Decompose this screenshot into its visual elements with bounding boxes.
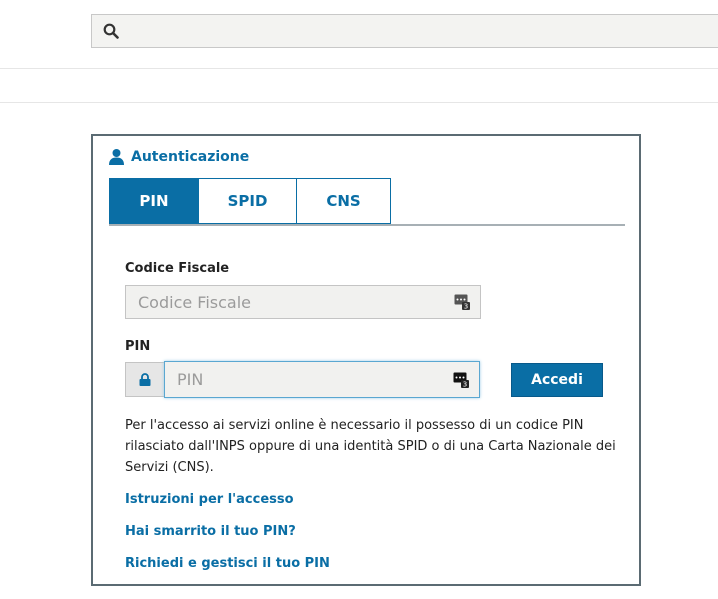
search-input[interactable] xyxy=(121,15,718,47)
keypad-icon[interactable]: 3 xyxy=(454,294,470,310)
request-pin-link[interactable]: Richiedi e gestisci il tuo PIN xyxy=(125,556,330,571)
search-bar xyxy=(91,14,718,48)
lost-pin-link[interactable]: Hai smarrito il tuo PIN? xyxy=(125,524,296,539)
authentication-panel: Autenticazione PIN SPID CNS Codice Fisca… xyxy=(91,134,641,586)
info-text: Per l'accesso ai servizi online è necess… xyxy=(125,418,616,475)
tabs-underline xyxy=(109,224,625,226)
header-divider xyxy=(0,102,718,103)
fiscal-code-label: Codice Fiscale xyxy=(125,261,230,276)
svg-text:3: 3 xyxy=(464,303,468,311)
fiscal-code-wrapper: 3 xyxy=(125,285,481,319)
header-divider xyxy=(0,68,718,69)
auth-title: Autenticazione xyxy=(108,148,249,165)
keypad-icon[interactable]: 3 xyxy=(453,372,469,388)
pin-label: PIN xyxy=(125,339,151,354)
tab-pin[interactable]: PIN xyxy=(109,178,199,224)
pin-wrapper: 3 xyxy=(164,361,480,398)
svg-text:3: 3 xyxy=(463,380,467,388)
login-button[interactable]: Accedi xyxy=(511,363,603,397)
search-icon[interactable] xyxy=(101,21,121,41)
tab-cns[interactable]: CNS xyxy=(297,178,391,224)
lock-icon xyxy=(139,373,151,386)
access-instructions-link[interactable]: Istruzioni per l'accesso xyxy=(125,492,294,507)
fiscal-code-input[interactable] xyxy=(126,286,454,318)
auth-tabs: PIN SPID CNS xyxy=(109,178,625,226)
auth-title-text: Autenticazione xyxy=(131,148,250,165)
pin-input[interactable] xyxy=(165,362,453,397)
user-icon xyxy=(109,149,124,165)
tab-spid[interactable]: SPID xyxy=(199,178,297,224)
pin-prefix xyxy=(125,362,165,397)
